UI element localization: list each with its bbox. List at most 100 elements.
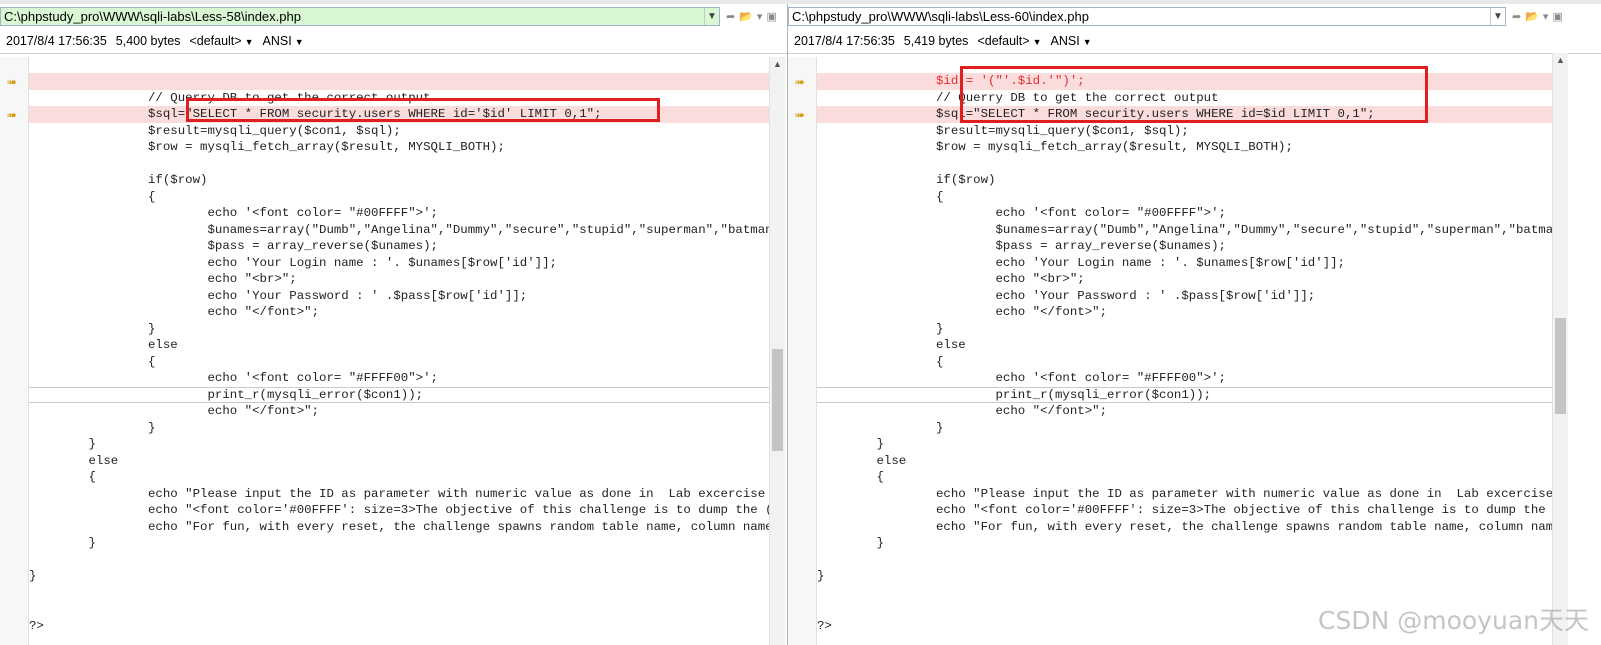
left-encoding-dropdown[interactable]: ANSI ▼ (263, 34, 304, 48)
right-path-bar: C:\phpstudy_pro\WWW\sqli-labs\Less-60\in… (788, 6, 1563, 27)
right-gutter: ➠ ➠ (788, 57, 817, 645)
code-line: $row = mysqli_fetch_array($result, MYSQL… (29, 140, 505, 154)
code-line: echo "For fun, with every reset, the cha… (147, 519, 769, 534)
chevron-down-icon: ▼ (244, 37, 254, 47)
code-line: $pass = array_reverse($unames); (817, 239, 1226, 253)
right-path-text: C:\phpstudy_pro\WWW\sqli-labs\Less-60\in… (792, 9, 1089, 24)
code-line: $result=mysqli_query($con1, $sql); (817, 123, 1189, 138)
scroll-up-icon[interactable]: ▲ (770, 59, 785, 69)
code-line: echo "</font>"; (29, 305, 320, 319)
save-icon[interactable]: ▣ (766, 10, 776, 23)
chevron-down-icon[interactable]: ▼ (1490, 8, 1505, 25)
right-encoding-dropdown[interactable]: ANSI ▼ (1051, 34, 1092, 48)
code-line: } (817, 536, 884, 550)
code-line: } (29, 569, 37, 583)
code-line: { (29, 470, 96, 484)
code-line: echo '<font color= "#FFFF00">'; (817, 371, 1226, 385)
right-path-input[interactable]: C:\phpstudy_pro\WWW\sqli-labs\Less-60\in… (788, 7, 1506, 26)
code-line: $result=mysqli_query($con1, $sql); (29, 123, 401, 138)
dropdown-small-icon[interactable]: ▾ (1543, 10, 1549, 23)
code-line: } (29, 437, 96, 451)
code-line: echo "<font color='#00FFFF': size=3>The … (935, 503, 1555, 517)
code-line: } (29, 536, 96, 550)
right-path-toolbar: ➦ 📂 ▾ ▣ (1512, 10, 1563, 23)
open-folder-icon[interactable]: 📂 (739, 10, 753, 23)
diff-arrow-left-icon[interactable]: ➠ (795, 74, 805, 90)
code-line: echo "</font>"; (817, 305, 1108, 319)
dropdown-small-icon[interactable]: ▾ (757, 10, 763, 23)
watermark: CSDN @mooyuan天天 (1318, 606, 1589, 635)
code-line: else (29, 338, 178, 352)
code-line: } (817, 569, 825, 583)
left-path-bar: C:\phpstudy_pro\WWW\sqli-labs\Less-58\in… (0, 6, 777, 27)
code-line: echo "For fun, with every reset, the cha… (935, 519, 1555, 534)
code-line: } (817, 437, 884, 451)
right-syntax-dropdown[interactable]: <default> ▼ (977, 34, 1041, 48)
code-line: $pass = array_reverse($unames); (29, 239, 438, 253)
code-line: { (29, 354, 156, 369)
browse-arrow-icon[interactable]: ➦ (726, 10, 735, 23)
left-gutter: ➠ ➠ (0, 57, 29, 645)
left-vertical-scrollbar[interactable]: ▲ (769, 57, 785, 645)
code-line: echo "<br>"; (29, 272, 297, 286)
right-vertical-scrollbar[interactable]: ▲ (1552, 53, 1568, 645)
code-line: } (29, 321, 156, 336)
code-line: if($row) (817, 173, 996, 187)
code-line: } (817, 420, 944, 435)
code-line: echo "<br>"; (817, 272, 1085, 286)
code-line: print_r(mysqli_error($con1)); (817, 386, 1555, 403)
left-info-bar: 2017/8/4 17:56:35 5,400 bytes <default> ▼… (0, 30, 304, 52)
open-folder-icon[interactable]: 📂 (1525, 10, 1539, 23)
left-code-area[interactable]: // Querry DB to get the correct output $… (29, 57, 769, 645)
right-scroll-thumb[interactable] (1555, 318, 1566, 414)
code-line: } (29, 420, 156, 435)
left-path-input[interactable]: C:\phpstudy_pro\WWW\sqli-labs\Less-58\in… (0, 7, 720, 26)
code-line: echo "<font color='#00FFFF': size=3>The … (147, 503, 769, 517)
code-line: ?> (29, 618, 44, 633)
code-line: else (817, 453, 907, 468)
diff-arrow-right-icon[interactable]: ➠ (7, 107, 17, 123)
left-filesize: 5,400 bytes (115, 34, 181, 48)
code-line: echo 'Your Password : ' .$pass[$row['id'… (29, 288, 528, 303)
code-line: { (29, 189, 156, 204)
left-datetime: 2017/8/4 17:56:35 (6, 34, 107, 48)
left-separator (0, 53, 787, 54)
code-line (29, 73, 769, 90)
diff-arrow-left-icon[interactable]: ➠ (795, 107, 805, 123)
code-line: else (29, 453, 119, 468)
left-syntax-dropdown[interactable]: <default> ▼ (189, 34, 253, 48)
chevron-down-icon: ▼ (1082, 37, 1092, 47)
code-line: } (817, 321, 944, 336)
code-line: echo 'Your Password : ' .$pass[$row['id'… (817, 288, 1316, 303)
scroll-up-icon[interactable]: ▲ (1553, 55, 1568, 65)
chevron-down-icon: ▼ (294, 37, 304, 47)
save-icon[interactable]: ▣ (1552, 10, 1562, 23)
code-line: $unames=array("Dumb","Angelina","Dummy",… (995, 222, 1555, 237)
browse-arrow-icon[interactable]: ➦ (1512, 10, 1521, 23)
left-file-pane: C:\phpstudy_pro\WWW\sqli-labs\Less-58\in… (0, 4, 788, 645)
code-line: echo 'Your Login name : '. $unames[$row[… (817, 255, 1345, 270)
highlight-box-left-sql (186, 98, 660, 122)
chevron-down-icon[interactable]: ▼ (704, 8, 719, 25)
code-line: echo "</font>"; (817, 404, 1108, 418)
code-line: echo "Please input the ID as parameter w… (147, 486, 766, 501)
left-scroll-thumb[interactable] (772, 349, 783, 451)
code-line: echo '<font color= "#FFFF00">'; (29, 371, 438, 385)
left-path-text: C:\phpstudy_pro\WWW\sqli-labs\Less-58\in… (4, 9, 301, 24)
code-line: $row = mysqli_fetch_array($result, MYSQL… (817, 140, 1293, 154)
code-line: $unames=array("Dumb","Angelina","Dummy",… (207, 222, 769, 237)
code-line: echo '<font color= "#00FFFF">'; (29, 206, 438, 220)
code-line: echo '<font color= "#00FFFF">'; (817, 206, 1226, 220)
right-info-bar: 2017/8/4 17:56:35 5,419 bytes <default> ▼… (788, 30, 1092, 52)
right-file-pane: C:\phpstudy_pro\WWW\sqli-labs\Less-60\in… (788, 4, 1601, 645)
diff-arrow-right-icon[interactable]: ➠ (7, 74, 17, 90)
highlight-box-right-sql (960, 66, 1428, 123)
left-path-toolbar: ➦ 📂 ▾ ▣ (726, 10, 777, 23)
chevron-down-icon: ▼ (1032, 37, 1042, 47)
right-code-area[interactable]: $id = '("'.$id.'")'; // Querry DB to get… (817, 57, 1555, 645)
